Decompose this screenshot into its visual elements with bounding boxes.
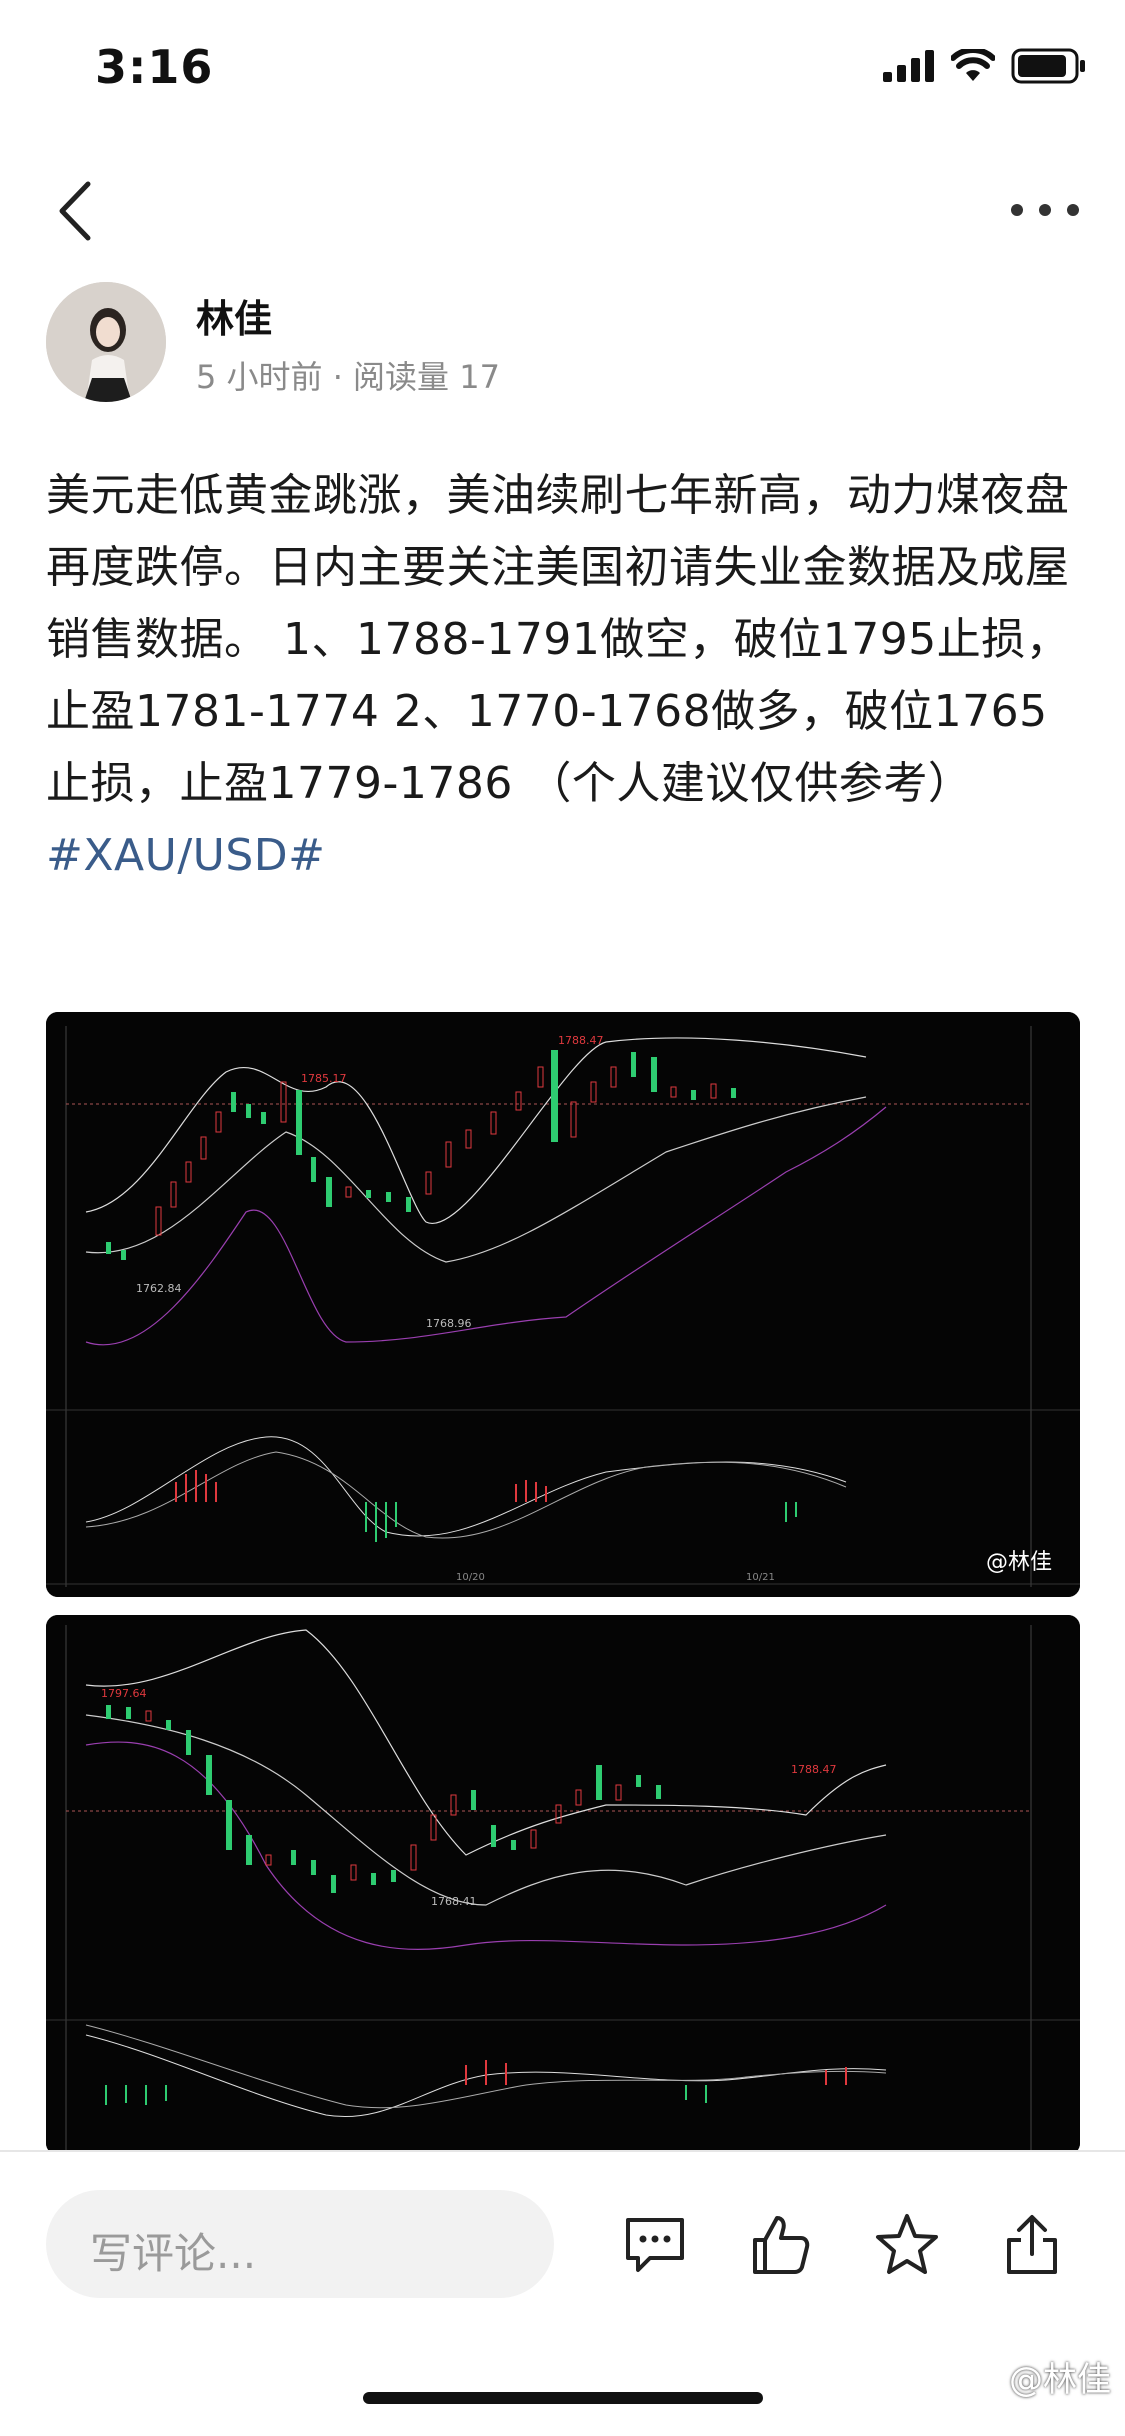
status-bar: 3:16	[0, 0, 1125, 140]
hashtag-link[interactable]: #XAU/USD#	[46, 830, 326, 881]
post-content: 美元走低黄金跳涨，美油续刷七年新高，动力煤夜盘再度跌停。日内主要关注美国初请失业…	[46, 460, 1076, 892]
chart2-low-label: 1768.41	[431, 1895, 477, 1908]
home-indicator[interactable]	[363, 2392, 763, 2404]
chart-image-1[interactable]: 1768.96 1762.84 1785.17 1788.47 10/20 10…	[46, 1012, 1080, 1597]
avatar[interactable]	[46, 282, 166, 402]
post-text: 美元走低黄金跳涨，美油续刷七年新高，动力煤夜盘再度跌停。日内主要关注美国初请失业…	[46, 470, 1071, 809]
chart2-high-label: 1788.47	[791, 1763, 837, 1776]
chart1-date-label: 10/20	[456, 1572, 485, 1583]
chart-image-2[interactable]: 1797.64 1768.41 1788.47	[46, 1615, 1080, 2155]
back-icon[interactable]	[48, 176, 108, 246]
chart2-start-label: 1797.64	[101, 1687, 147, 1700]
comment-input[interactable]: 写评论...	[46, 2190, 554, 2298]
chart1-low-label: 1762.84	[136, 1282, 182, 1295]
comment-icon[interactable]	[620, 2210, 690, 2280]
status-time: 3:16	[95, 40, 214, 94]
chart1-peak-label: 1785.17	[301, 1072, 347, 1085]
share-icon[interactable]	[997, 2210, 1067, 2280]
like-icon[interactable]	[745, 2210, 815, 2280]
top-nav	[0, 160, 1125, 250]
battery-icon	[1011, 48, 1085, 84]
chart1-date2-label: 10/21	[746, 1572, 775, 1583]
signal-icon	[883, 50, 934, 82]
weibo-watermark: @林佳	[1009, 2360, 1111, 2400]
star-icon[interactable]	[872, 2210, 942, 2280]
status-icons	[883, 48, 1087, 84]
chart1-high-label: 1788.47	[558, 1034, 604, 1047]
more-icon[interactable]	[1005, 190, 1085, 230]
comment-placeholder: 写评论...	[90, 2229, 257, 2278]
author-name[interactable]: 林佳	[196, 288, 272, 343]
wifi-icon	[951, 49, 995, 81]
chart1-low2-label: 1768.96	[426, 1317, 472, 1330]
post-meta: 5 小时前 · 阅读量 17	[196, 358, 500, 396]
author-header: 林佳 5 小时前 · 阅读量 17	[46, 282, 1046, 402]
chart1-watermark: @林佳	[986, 1550, 1053, 1575]
